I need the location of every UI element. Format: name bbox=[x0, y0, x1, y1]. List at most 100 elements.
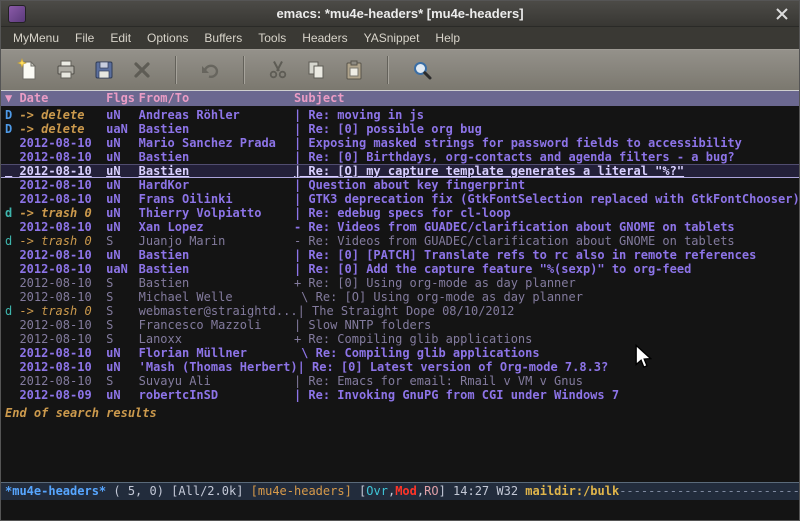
mode-line-segment: ] bbox=[439, 484, 453, 498]
message-row[interactable]: 2012-08-10uNBastien| Re: [0] [PATCH] Tra… bbox=[1, 248, 799, 262]
message-date: 2012-08-10 bbox=[19, 220, 106, 234]
message-row[interactable]: 2012-08-10SBastien+ Re: [0] Using org-mo… bbox=[1, 276, 799, 290]
message-row[interactable]: 2012-08-09uNrobertcInSD| Re: Invoking Gn… bbox=[1, 388, 799, 402]
message-subject: | Re: [0] possible org bug bbox=[294, 122, 482, 136]
message-subject: | Re: [0] Add the capture feature "%(sex… bbox=[294, 262, 691, 276]
message-row[interactable]: 2012-08-10SFrancesco Mazzoli| Slow NNTP … bbox=[1, 318, 799, 332]
menu-item-help[interactable]: Help bbox=[427, 29, 468, 47]
sort-indicator-icon: ▼ bbox=[5, 91, 19, 106]
message-row[interactable]: 2012-08-10SLanoxx+ Re: Compiling glib ap… bbox=[1, 332, 799, 346]
menu-item-tools[interactable]: Tools bbox=[250, 29, 294, 47]
mark-indicator: D bbox=[5, 108, 19, 122]
message-subject: | Re: [O] my capture template generates … bbox=[294, 164, 684, 178]
message-subject: | Re: Invoking GnuPG from CGI under Wind… bbox=[294, 388, 619, 402]
title-bar[interactable]: emacs: *mu4e-headers* [mu4e-headers] bbox=[1, 1, 799, 27]
message-from: Frans Oilinki bbox=[139, 192, 294, 206]
close-buffer-button[interactable] bbox=[125, 54, 159, 86]
message-flags: uN bbox=[106, 150, 139, 164]
mode-line-segment: ----------------------------------------… bbox=[619, 484, 799, 498]
message-from: webmaster@straightd... bbox=[139, 304, 298, 318]
message-row[interactable]: 2012-08-10uNXan Lopez- Re: Videos from G… bbox=[1, 220, 799, 234]
message-flags: uN bbox=[106, 248, 139, 262]
message-subject: | GTK3 deprecation fix (GtkFontSelection… bbox=[294, 192, 799, 206]
mode-line-segment: maildir:/bulk bbox=[525, 484, 619, 498]
message-subject: | Re: moving in js bbox=[294, 108, 424, 122]
message-flags: uaN bbox=[106, 262, 139, 276]
copy-button[interactable] bbox=[299, 54, 333, 86]
mark-target: -> delete bbox=[19, 108, 106, 122]
toolbar-separator bbox=[175, 56, 177, 84]
message-row[interactable]: 2012-08-10uNFrans Oilinki| GTK3 deprecat… bbox=[1, 192, 799, 206]
menu-item-mymenu[interactable]: MyMenu bbox=[5, 29, 67, 47]
message-date: 2012-08-10 bbox=[19, 360, 106, 374]
message-flags: S bbox=[106, 332, 139, 346]
mode-line-segment: ( 5, 0) [All/2.0k] bbox=[106, 484, 251, 498]
message-from: Bastien bbox=[139, 262, 294, 276]
message-row[interactable]: 2012-08-10SMichael Welle \ Re: [O] Using… bbox=[1, 290, 799, 304]
column-header-flags[interactable]: Flgs bbox=[106, 91, 139, 106]
column-header-subject[interactable]: Subject bbox=[294, 91, 345, 106]
emacs-window: emacs: *mu4e-headers* [mu4e-headers] MyM… bbox=[0, 0, 800, 521]
menu-item-headers[interactable]: Headers bbox=[294, 29, 355, 47]
message-date: 2012-08-10 bbox=[19, 374, 106, 388]
mode-line-segment: 14:27 W32 bbox=[453, 484, 525, 498]
message-row[interactable]: 2012-08-10uNBastien| Re: [0] Birthdays, … bbox=[1, 150, 799, 164]
menu-item-options[interactable]: Options bbox=[139, 29, 196, 47]
message-from: Suvayu Ali bbox=[139, 374, 294, 388]
mark-indicator bbox=[5, 178, 19, 192]
message-row[interactable]: D-> deleteuNAndreas Röhler| Re: moving i… bbox=[1, 108, 799, 122]
close-buffer-icon bbox=[130, 58, 154, 82]
message-date: 2012-08-10 bbox=[19, 150, 106, 164]
undo-button[interactable] bbox=[193, 54, 227, 86]
menu-item-yasnippet[interactable]: YASnippet bbox=[356, 29, 428, 47]
message-flags: uN bbox=[106, 346, 139, 360]
search-button[interactable] bbox=[405, 54, 439, 86]
message-row[interactable]: 2012-08-10uNFlorian Müllner \ Re: Compil… bbox=[1, 346, 799, 360]
message-flags: uN bbox=[106, 388, 139, 402]
message-date: 2012-08-10 bbox=[19, 192, 106, 206]
message-row[interactable]: D-> deleteuaNBastien| Re: [0] possible o… bbox=[1, 122, 799, 136]
message-row[interactable]: 2012-08-10uNBastien| Re: [O] my capture … bbox=[1, 164, 799, 178]
message-row[interactable]: d-> trash 0uNThierry Volpiatto| Re: edeb… bbox=[1, 206, 799, 220]
mode-line-segment: RO bbox=[424, 484, 438, 498]
message-subject: \ Re: Compiling glib applications bbox=[294, 346, 540, 360]
mark-indicator: d bbox=[5, 206, 19, 220]
message-date: 2012-08-10 bbox=[19, 248, 106, 262]
new-file-button[interactable] bbox=[11, 54, 45, 86]
message-date: 2012-08-10 bbox=[19, 332, 106, 346]
message-from: HardKor bbox=[139, 178, 294, 192]
print-button[interactable] bbox=[49, 54, 83, 86]
message-row[interactable]: 2012-08-10uN'Mash (Thomas Herbert)| Re: … bbox=[1, 360, 799, 374]
column-header-date[interactable]: Date bbox=[19, 91, 106, 106]
menu-item-file[interactable]: File bbox=[67, 29, 102, 47]
close-window-button[interactable] bbox=[773, 5, 791, 22]
mark-indicator bbox=[5, 360, 19, 374]
menu-item-buffers[interactable]: Buffers bbox=[196, 29, 250, 47]
save-button[interactable] bbox=[87, 54, 121, 86]
window-title: emacs: *mu4e-headers* [mu4e-headers] bbox=[1, 6, 799, 21]
message-flags: uN bbox=[106, 136, 139, 150]
menu-bar[interactable]: MyMenuFileEditOptionsBuffersToolsHeaders… bbox=[1, 27, 799, 49]
column-header-from[interactable]: From/To bbox=[139, 91, 294, 106]
message-row[interactable]: 2012-08-10uNMario Sanchez Prada| Exposin… bbox=[1, 136, 799, 150]
message-row[interactable]: d-> trash 0SJuanjo Marin- Re: Videos fro… bbox=[1, 234, 799, 248]
headers-header-line: ▼DateFlgsFrom/ToSubject bbox=[1, 91, 799, 106]
message-row[interactable]: d-> trash 0Swebmaster@straightd...| The … bbox=[1, 304, 799, 318]
cut-button[interactable] bbox=[261, 54, 295, 86]
message-subject: - Re: Videos from GUADEC/clarification a… bbox=[294, 220, 735, 234]
message-row[interactable]: 2012-08-10SSuvayu Ali| Re: Emacs for ema… bbox=[1, 374, 799, 388]
mark-indicator bbox=[5, 150, 19, 164]
message-from: Lanoxx bbox=[139, 332, 294, 346]
menu-item-edit[interactable]: Edit bbox=[102, 29, 139, 47]
message-from: 'Mash (Thomas Herbert) bbox=[139, 360, 298, 374]
message-row[interactable]: 2012-08-10uaNBastien| Re: [0] Add the ca… bbox=[1, 262, 799, 276]
mode-line[interactable]: *mu4e-headers* ( 5, 0) [All/2.0k] [mu4e-… bbox=[1, 482, 799, 500]
mark-indicator bbox=[5, 164, 19, 178]
echo-area[interactable] bbox=[1, 500, 799, 520]
mode-line-segment: Mod bbox=[395, 484, 417, 498]
message-row[interactable]: 2012-08-10uNHardKor| Question about key … bbox=[1, 178, 799, 192]
message-from: Bastien bbox=[139, 122, 294, 136]
paste-button[interactable] bbox=[337, 54, 371, 86]
mark-indicator bbox=[5, 290, 19, 304]
message-subject: | Re: [0] Latest version of Org-mode 7.8… bbox=[298, 360, 609, 374]
